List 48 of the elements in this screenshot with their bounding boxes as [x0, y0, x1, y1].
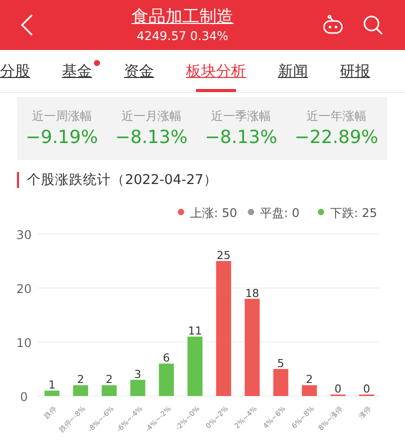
- bar: [102, 385, 117, 396]
- axis-tick-label: 30: [16, 228, 32, 242]
- search-icon[interactable]: [363, 15, 383, 35]
- data-label: 11: [188, 324, 202, 338]
- data-label: 2: [106, 373, 113, 386]
- data-label: 3: [134, 368, 142, 381]
- data-label: 18: [245, 286, 260, 300]
- tab[interactable]: 新闻: [278, 50, 308, 92]
- stat-label: 近一季涨幅: [210, 108, 272, 125]
- bar: [130, 380, 146, 396]
- data-label: 1: [48, 378, 56, 392]
- stat-value: −8.13%: [204, 126, 278, 150]
- back-icon[interactable]: [21, 14, 33, 36]
- robot-icon[interactable]: [322, 15, 344, 35]
- stat-value: −9.19%: [26, 126, 98, 150]
- bar: [44, 390, 60, 396]
- tab[interactable]: 板块分析: [186, 50, 246, 92]
- bar: [158, 364, 174, 396]
- notification-dot: [94, 60, 100, 66]
- stat-label: 近一周涨幅: [30, 108, 93, 125]
- tab[interactable]: 研报: [340, 50, 370, 92]
- page-title: 食品加工制造: [130, 6, 234, 28]
- axis-tick-label: 0: [20, 390, 28, 404]
- section-title: 个股涨跌统计（2022-04-27）: [17, 172, 405, 188]
- legend-label: 平盘: 0: [260, 206, 300, 220]
- data-label: 25: [216, 249, 231, 262]
- data-label: 2: [306, 373, 313, 386]
- stat-value: −22.89%: [294, 126, 378, 150]
- data-label: 0: [363, 382, 370, 396]
- data-label: 2: [77, 373, 84, 386]
- bar: [273, 369, 288, 396]
- tab[interactable]: 资金: [124, 50, 154, 92]
- bar: [188, 336, 202, 396]
- axis-tick-label: 20: [16, 282, 32, 296]
- bar: [73, 385, 88, 396]
- tab[interactable]: 分股: [0, 50, 30, 92]
- bar: [302, 385, 317, 396]
- data-label: 5: [277, 357, 284, 370]
- stat-label: 近一月涨幅: [120, 108, 182, 125]
- index-quote: 4249.57 0.34%: [136, 28, 230, 44]
- data-label: 0: [334, 382, 342, 396]
- stat-value: −8.13%: [115, 126, 188, 150]
- legend-label: 下跌: 25: [330, 206, 378, 220]
- legend-label: 上涨: 50: [190, 206, 238, 220]
- stat-label: 近一年涨幅: [305, 108, 368, 125]
- data-label: 6: [162, 352, 170, 365]
- axis-tick-label: 10: [16, 336, 32, 350]
- tab[interactable]: 基金: [62, 50, 100, 92]
